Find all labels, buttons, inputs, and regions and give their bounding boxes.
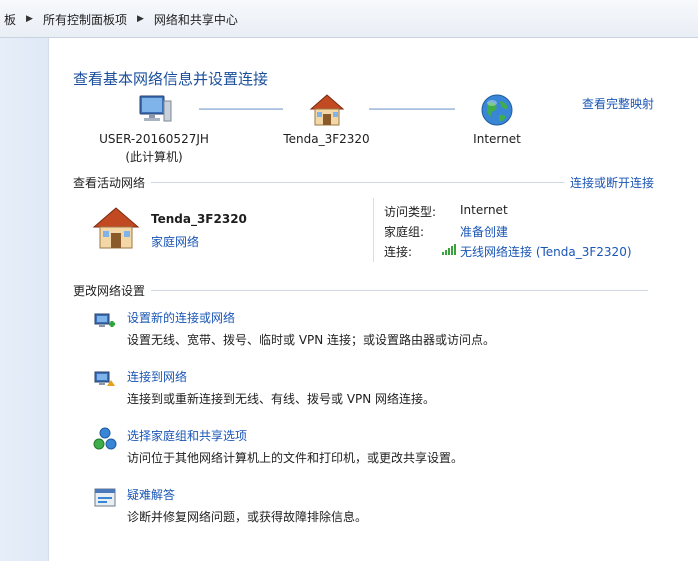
router-name: Tenda_3F2320: [283, 132, 370, 146]
wireless-connection-link[interactable]: 无线网络连接 (Tenda_3F2320): [460, 243, 632, 260]
troubleshoot-icon[interactable]: [93, 486, 117, 510]
connection-label: 连接:: [384, 245, 413, 259]
main-content: 查看基本网络信息并设置连接 查看完整映射 USER-20160527JH (此计…: [49, 38, 698, 561]
internet-label: Internet: [473, 132, 521, 146]
connect-or-disconnect-link[interactable]: 连接或断开连接: [570, 174, 654, 191]
address-bar: 板 ▶ 所有控制面板项 ▶ 网络和共享中心: [0, 0, 698, 38]
active-networks-header: 查看活动网络: [73, 175, 146, 190]
setup-new-connection-link[interactable]: 设置新的连接或网络: [127, 309, 235, 326]
view-full-map-link[interactable]: 查看完整映射: [582, 95, 654, 112]
computer-icon: [139, 95, 172, 122]
computer-name: USER-20160527JH: [99, 132, 209, 146]
connect-to-network-link[interactable]: 连接到网络: [127, 368, 187, 385]
map-connector-line: [369, 108, 455, 110]
breadcrumb: 板 ▶ 所有控制面板项 ▶ 网络和共享中心: [0, 0, 242, 38]
wifi-signal-icon: [442, 243, 456, 258]
active-network-name: Tenda_3F2320: [151, 212, 247, 226]
home-network-icon: [309, 94, 344, 126]
home-network-icon: [92, 207, 140, 249]
map-connector-line: [199, 108, 283, 110]
homegroup-icon[interactable]: [93, 427, 117, 451]
homegroup-status-link[interactable]: 准备创建: [460, 223, 508, 240]
breadcrumb-item-control-panel[interactable]: 板: [0, 11, 20, 28]
breadcrumb-item-all-items[interactable]: 所有控制面板项: [39, 11, 131, 28]
network-type-link[interactable]: 家庭网络: [151, 233, 199, 250]
access-type-label: 访问类型:: [384, 205, 437, 219]
breadcrumb-item-network-center[interactable]: 网络和共享中心: [150, 11, 242, 28]
internet-globe-icon: [481, 94, 513, 126]
connect-network-icon[interactable]: [93, 368, 117, 392]
homegroup-sharing-link[interactable]: 选择家庭组和共享选项: [127, 427, 247, 444]
page-title: 查看基本网络信息并设置连接: [73, 70, 269, 88]
this-computer-node: USER-20160527JH (此计算机): [89, 93, 219, 165]
breadcrumb-arrow-icon[interactable]: ▶: [20, 14, 39, 24]
homegroup-label: 家庭组:: [384, 225, 425, 239]
change-settings-header: 更改网络设置: [73, 283, 146, 298]
new-connection-icon[interactable]: [93, 310, 117, 334]
left-navigation-pane: [0, 38, 49, 561]
troubleshoot-desc: 诊断并修复网络问题，或获得故障排除信息。: [127, 510, 368, 524]
router-node: Tenda_3F2320: [274, 93, 379, 146]
troubleshoot-link[interactable]: 疑难解答: [127, 486, 175, 503]
breadcrumb-arrow-icon[interactable]: ▶: [131, 14, 150, 24]
active-networks-header-row: 查看活动网络 连接或断开连接: [73, 174, 654, 190]
setup-new-connection-desc: 设置无线、宽带、拨号、临时或 VPN 连接；或设置路由器或访问点。: [127, 333, 496, 347]
internet-node: Internet: [457, 93, 537, 146]
computer-note: (此计算机): [125, 150, 183, 164]
section-divider: [151, 289, 648, 291]
access-type-value: Internet: [460, 203, 508, 217]
homegroup-sharing-desc: 访问位于其他网络计算机上的文件和打印机，或更改共享设置。: [127, 451, 464, 465]
connect-to-network-desc: 连接到或重新连接到无线、有线、拨号或 VPN 网络连接。: [127, 392, 436, 406]
network-icon-wrapper: [91, 206, 141, 253]
section-divider: [151, 181, 564, 183]
change-settings-header-row: 更改网络设置: [73, 282, 654, 298]
vertical-divider: [373, 198, 374, 262]
